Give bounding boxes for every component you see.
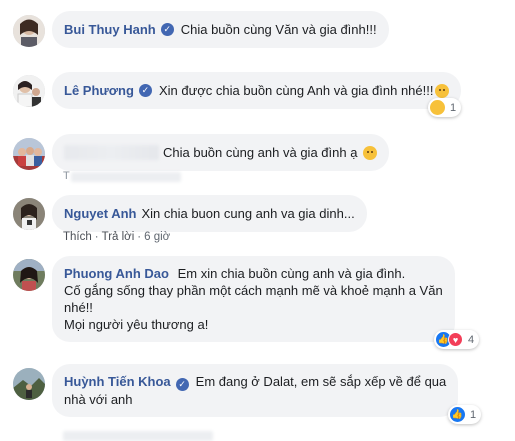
reaction-summary[interactable]: 👍 ♥ 4: [434, 330, 480, 349]
reply-link[interactable]: Trả lời: [102, 231, 135, 243]
avatar[interactable]: [13, 368, 45, 400]
comment-text-line: Em đang ở Dalat, em sẽ sắp xếp về để qua: [195, 374, 447, 389]
comment-text: Xin chia buon cung anh va gia dinh...: [141, 206, 355, 221]
like-link[interactable]: Thích: [63, 231, 92, 243]
comment-bubble: Lê Phương ✓ Xin được chia buồn cùng Anh …: [52, 72, 462, 109]
comment-text: Chia buồn cùng anh và gia đình ạ: [163, 145, 358, 160]
comment-text-line: nhé!!: [64, 300, 93, 315]
comment-timestamp[interactable]: 6 giờ: [144, 231, 170, 243]
reaction-summary[interactable]: 1: [428, 98, 462, 117]
separator: ·: [137, 231, 142, 243]
reaction-count: 1: [450, 101, 457, 114]
avatar[interactable]: [13, 138, 45, 170]
sad-face-emoji-icon: [363, 145, 378, 160]
avatar[interactable]: [13, 75, 45, 107]
verified-badge-icon: ✓: [175, 378, 189, 391]
sad-face-emoji-icon: [435, 83, 450, 98]
like-reaction-icon: 👍: [450, 407, 465, 422]
comment-author-name[interactable]: Bui Thuy Hanh: [64, 22, 156, 37]
separator: ·: [94, 231, 99, 243]
love-reaction-icon: ♥: [448, 332, 463, 347]
comment-bubble: Nguyet Anh Xin chia buon cung anh va gia…: [52, 195, 367, 232]
comment-author-name[interactable]: Lê Phương: [64, 83, 134, 98]
sad-reaction-icon: [430, 100, 445, 115]
comment-text: Chia buồn cùng Văn và gia đình!!!: [180, 22, 377, 37]
reaction-count: 4: [468, 333, 475, 346]
comment-bubble: Huỳnh Tiến Khoa ✓ Em đang ở Dalat, em sẽ s…: [52, 364, 459, 417]
reaction-count: 1: [470, 408, 477, 421]
comment-author-name[interactable]: Phuong Anh Dao: [64, 266, 169, 281]
comment-text: Xin được chia buồn cùng Anh và gia đình …: [158, 83, 434, 98]
reaction-summary[interactable]: 👍 1: [448, 405, 482, 424]
blurred-author-name[interactable]: [64, 145, 159, 160]
comment-text-line: Cố gắng sống thay phần một cách mạnh mẽ …: [64, 283, 443, 298]
comment-text-line: Mọi người yêu thương a!: [64, 317, 209, 332]
comment-bubble: Bui Thuy Hanh ✓ Chia buồn cùng Văn và gi…: [52, 11, 389, 48]
comment-text-line: Em xin chia buồn cùng anh và gia đình.: [177, 266, 406, 281]
comment-bubble: Phuong Anh Dao Em xin chia buồn cùng anh…: [52, 256, 455, 342]
comment-bubble: Chia buồn cùng anh và gia đình ạ: [52, 134, 390, 171]
avatar[interactable]: [13, 15, 45, 47]
faded-action-row: [71, 172, 181, 182]
avatar[interactable]: [13, 198, 45, 230]
faded-action-text: T: [63, 170, 70, 182]
avatar[interactable]: [13, 259, 45, 291]
verified-badge-icon: ✓: [160, 23, 174, 36]
faded-action-row: [63, 431, 213, 441]
comment-actions: Thích · Trả lời · 6 giờ: [63, 231, 170, 243]
comment-author-name[interactable]: Nguyet Anh: [64, 206, 136, 221]
verified-badge-icon: ✓: [138, 84, 152, 97]
comment-text-line: nhà với anh: [64, 392, 133, 407]
comment-author-name[interactable]: Huỳnh Tiến Khoa: [64, 374, 171, 389]
